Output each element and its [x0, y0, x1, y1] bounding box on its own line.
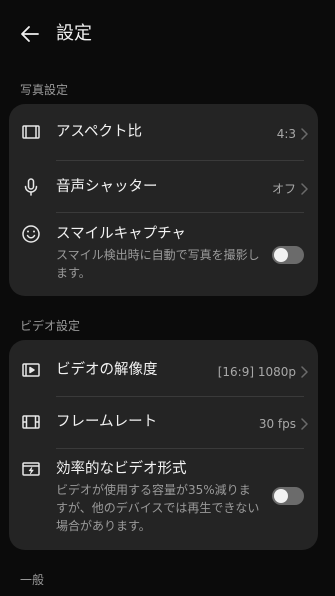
arrow-left-icon [21, 26, 39, 42]
back-button[interactable] [18, 22, 42, 46]
section-label-general: 一般 [20, 573, 45, 587]
film-frame-icon [21, 412, 41, 432]
efficient-video-format-toggle[interactable] [272, 487, 304, 505]
frame-rate-value: 30 fps [258, 417, 296, 431]
chevron-right-icon [300, 183, 308, 195]
chevron-right-icon [300, 128, 308, 140]
video-resolution-title: ビデオの解像度 [56, 362, 158, 378]
voice-shutter-title: 音声シャッター [56, 179, 158, 195]
chevron-right-icon [300, 366, 308, 378]
efficient-video-format-description: ビデオが使用する容量が35%減りますが、他のデバイスでは再生できない場合がありま… [56, 483, 260, 533]
photo-settings-card: アスペクト比 4:3 音声シャッター オフ スマイルキャプチャ スマイル検出時に… [9, 104, 318, 296]
efficient-video-format-title: 効率的なビデオ形式 [56, 461, 187, 477]
page-title: 設定 [56, 23, 92, 44]
smile-capture-title: スマイルキャプチャ [56, 226, 186, 242]
voice-shutter-row[interactable]: 音声シャッター オフ [9, 161, 318, 213]
video-format-icon [21, 459, 41, 479]
smile-icon [21, 224, 41, 244]
video-settings-card: ビデオの解像度 [16:9] 1080p フレームレート 30 fps 効率的な… [9, 340, 318, 550]
video-resolution-value: [16:9] 1080p [217, 365, 296, 379]
frame-rate-title: フレームレート [56, 414, 158, 430]
header-bar: 設定 [0, 0, 335, 70]
smile-capture-toggle[interactable] [272, 246, 304, 264]
toggle-knob [274, 248, 288, 262]
efficient-video-format-row[interactable]: 効率的なビデオ形式 ビデオが使用する容量が35%減りますが、他のデバイスでは再生… [9, 449, 318, 550]
toggle-knob [274, 489, 288, 503]
smile-capture-description: スマイル検出時に自動で写真を撮影します。 [56, 248, 260, 280]
video-resolution-row[interactable]: ビデオの解像度 [16:9] 1080p [9, 340, 318, 396]
chevron-right-icon [300, 418, 308, 430]
voice-shutter-value: オフ [271, 182, 296, 196]
frame-rate-row[interactable]: フレームレート 30 fps [9, 397, 318, 449]
section-label-photo: 写真設定 [20, 83, 69, 97]
aspect-ratio-icon [21, 122, 41, 142]
aspect-ratio-value: 4:3 [276, 127, 296, 141]
aspect-ratio-row[interactable]: アスペクト比 4:3 [9, 104, 318, 160]
section-label-video: ビデオ設定 [20, 319, 81, 333]
aspect-ratio-title: アスペクト比 [56, 124, 142, 140]
microphone-icon [21, 177, 41, 197]
smile-capture-row[interactable]: スマイルキャプチャ スマイル検出時に自動で写真を撮影します。 [9, 213, 318, 296]
video-resolution-icon [21, 360, 41, 380]
